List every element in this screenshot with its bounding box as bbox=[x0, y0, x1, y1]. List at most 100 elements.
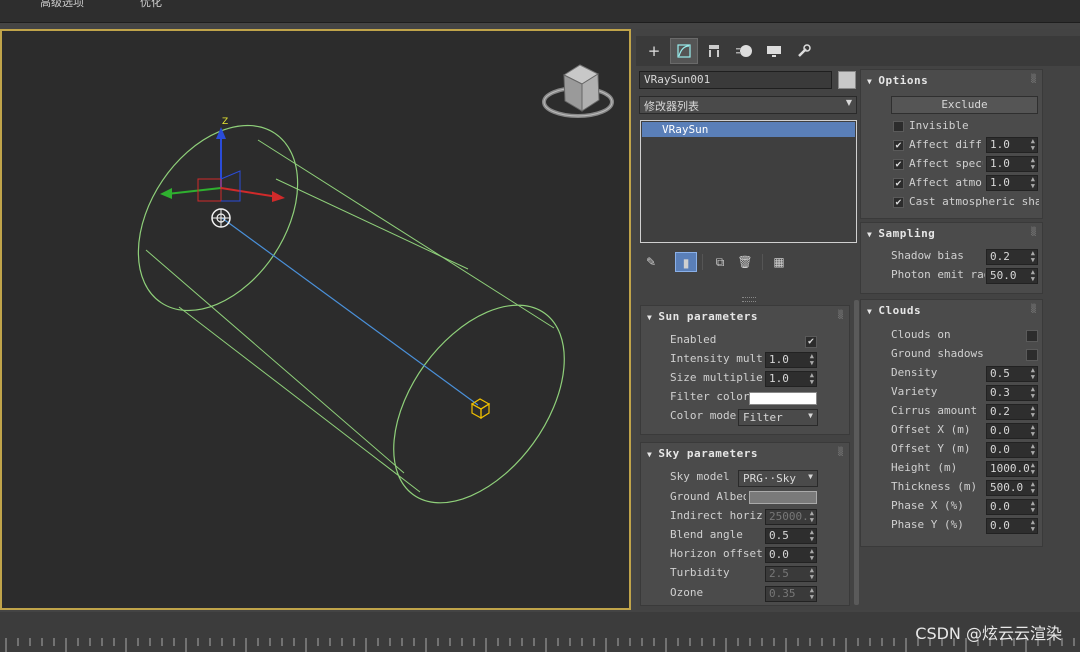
enabled-label: Enabled bbox=[670, 333, 717, 346]
intensity-multiplier-label: Intensity multip bbox=[670, 352, 762, 365]
horizon-offset-spinner[interactable]: 0.0 ▲ ▼ bbox=[765, 547, 817, 563]
color-mode-label: Color mode bbox=[670, 409, 737, 422]
panel-splitter[interactable] bbox=[742, 297, 756, 302]
ozone-label: Ozone bbox=[670, 586, 704, 599]
sky-model-dropdown[interactable]: PRG··Sky ▼ bbox=[738, 470, 818, 487]
affect-specular-checkbox[interactable]: ✔ bbox=[893, 159, 904, 170]
rollout-grip-icon: ▒ bbox=[838, 447, 843, 456]
modifier-stack: VRaySun bbox=[640, 120, 857, 243]
viewcube-icon[interactable] bbox=[542, 64, 614, 118]
density-spinner[interactable]: 0.5 ▲ ▼ bbox=[986, 366, 1038, 382]
enabled-checkbox[interactable]: ✔ bbox=[805, 336, 817, 348]
affect-specular-label: Affect specu bbox=[909, 157, 983, 170]
make-unique-icon[interactable]: ⧉ bbox=[710, 252, 730, 272]
gizmo-z-label: Z bbox=[222, 117, 228, 127]
sun-parameters-rollout: ▼ Sun parameters ▒ Enabled ✔ Intensity mu… bbox=[640, 305, 850, 435]
cast-atmospheric-label: Cast atmospheric shado bbox=[909, 195, 1039, 208]
create-icon[interactable]: + bbox=[640, 38, 668, 64]
shadow-bias-spinner[interactable]: 0.2 ▲ ▼ bbox=[986, 249, 1038, 265]
affect-diffuse-spinner[interactable]: 1.0 ▲ ▼ bbox=[986, 137, 1038, 153]
options-rollout: ▼ Options ▒ Exclude Invisible ✔ Affect di… bbox=[860, 69, 1043, 219]
size-multiplier-spinner[interactable]: 1.0 ▲ ▼ bbox=[765, 371, 817, 387]
height-label: Height (m) bbox=[891, 461, 958, 474]
perspective-viewport[interactable]: Z bbox=[0, 29, 631, 610]
sky-parameters-title: Sky parameters bbox=[658, 447, 759, 460]
turbidity-label: Turbidity bbox=[670, 566, 730, 579]
affect-diffuse-checkbox[interactable]: ✔ bbox=[893, 140, 904, 151]
clouds-on-label: Clouds on bbox=[891, 328, 951, 341]
cylinder-edge-mid bbox=[275, 178, 469, 270]
affect-atmospherics-label: Affect atmos bbox=[909, 176, 983, 189]
modifier-list-dropdown[interactable]: 修改器列表 ▼ bbox=[639, 96, 857, 114]
thickness-label: Thickness (m) bbox=[891, 480, 978, 493]
rollout-grip-icon: ▒ bbox=[1031, 74, 1036, 83]
clouds-rollout: ▼ Clouds ▒ Clouds on Ground shadows Densi… bbox=[860, 299, 1043, 547]
display-icon[interactable] bbox=[760, 38, 788, 64]
sky-parameters-header[interactable]: ▼ Sky parameters bbox=[647, 447, 758, 460]
indirect-horiz-spinner[interactable]: 25000. ▲ ▼ bbox=[765, 509, 817, 525]
variety-label: Variety bbox=[891, 385, 938, 398]
phase-y-spinner[interactable]: 0.0 ▲ ▼ bbox=[986, 518, 1038, 534]
shadow-bias-label: Shadow bias bbox=[891, 249, 964, 262]
command-panel-tabs: + bbox=[636, 36, 1080, 66]
sampling-title: Sampling bbox=[878, 227, 936, 240]
clouds-rollout-header[interactable]: ▼ Clouds bbox=[867, 304, 921, 317]
object-color-swatch[interactable] bbox=[838, 71, 856, 89]
motion-icon[interactable] bbox=[730, 38, 758, 64]
thickness-spinner[interactable]: 500.0 ▲ ▼ bbox=[986, 480, 1038, 496]
menu-bar: 高级选项 优化 bbox=[0, 0, 1080, 23]
affect-specular-spinner[interactable]: 1.0 ▲ ▼ bbox=[986, 156, 1038, 172]
object-name-field[interactable]: VRaySun001 bbox=[639, 71, 832, 89]
options-rollout-header[interactable]: ▼ Options bbox=[867, 74, 928, 87]
invisible-label: Invisible bbox=[909, 119, 969, 132]
filter-color-label: Filter color bbox=[670, 390, 750, 403]
variety-spinner[interactable]: 0.3 ▲ ▼ bbox=[986, 385, 1038, 401]
pin-stack-icon[interactable]: ✎ bbox=[641, 252, 661, 272]
affect-atmospherics-checkbox[interactable]: ✔ bbox=[893, 178, 904, 189]
color-mode-dropdown[interactable]: Filter ▼ bbox=[738, 409, 818, 426]
sun-light-icon[interactable] bbox=[211, 208, 231, 228]
phase-x-spinner[interactable]: 0.0 ▲ ▼ bbox=[986, 499, 1038, 515]
offset-y-label: Offset Y (m) bbox=[891, 442, 971, 455]
modifier-stack-item[interactable]: VRaySun bbox=[642, 122, 855, 137]
sampling-rollout-header[interactable]: ▼ Sampling bbox=[867, 227, 935, 240]
filter-color-swatch[interactable] bbox=[749, 392, 817, 405]
clouds-on-checkbox[interactable] bbox=[1026, 330, 1038, 342]
cirrus-amount-spinner[interactable]: 0.2 ▲ ▼ bbox=[986, 404, 1038, 420]
sky-model-label: Sky model bbox=[670, 470, 730, 483]
sun-parameters-title: Sun parameters bbox=[658, 310, 759, 323]
show-end-result-icon[interactable]: ▮ bbox=[675, 252, 697, 272]
hierarchy-icon[interactable] bbox=[700, 38, 728, 64]
sun-target-icon[interactable] bbox=[470, 398, 491, 420]
ground-albedo-swatch[interactable] bbox=[749, 491, 817, 504]
chevron-down-icon: ▼ bbox=[845, 98, 852, 107]
modify-icon[interactable] bbox=[670, 38, 698, 64]
phase-y-label: Phase Y (%) bbox=[891, 518, 964, 531]
turbidity-spinner[interactable]: 2.5 ▲ ▼ bbox=[765, 566, 817, 582]
menu-item-optimize[interactable]: 优化 bbox=[140, 0, 162, 10]
rollout-grip-icon: ▒ bbox=[1031, 304, 1036, 313]
photon-emit-spinner[interactable]: 50.0 ▲ ▼ bbox=[986, 268, 1038, 284]
chevron-down-icon: ▼ bbox=[808, 472, 813, 481]
phase-x-label: Phase X (%) bbox=[891, 499, 964, 512]
cast-atmospheric-checkbox[interactable]: ✔ bbox=[893, 197, 904, 208]
sun-target-line bbox=[221, 217, 479, 406]
offset-y-spinner[interactable]: 0.0 ▲ ▼ bbox=[986, 442, 1038, 458]
ground-shadows-checkbox[interactable] bbox=[1026, 349, 1038, 361]
height-spinner[interactable]: 1000.0 ▲ ▼ bbox=[986, 461, 1038, 477]
utilities-icon[interactable] bbox=[790, 38, 818, 64]
offset-x-spinner[interactable]: 0.0 ▲ ▼ bbox=[986, 423, 1038, 439]
panel-scrollbar[interactable] bbox=[854, 300, 859, 605]
ozone-spinner[interactable]: 0.35 ▲ ▼ bbox=[765, 586, 817, 602]
sun-parameters-header[interactable]: ▼ Sun parameters bbox=[647, 310, 758, 323]
intensity-multiplier-spinner[interactable]: 1.0 ▲ ▼ bbox=[765, 352, 817, 368]
menu-item-advanced[interactable]: 高级选项 bbox=[40, 0, 84, 10]
exclude-button[interactable]: Exclude bbox=[891, 96, 1038, 114]
remove-modifier-icon[interactable]: 🗑 bbox=[735, 252, 755, 272]
affect-atmospherics-spinner[interactable]: 1.0 ▲ ▼ bbox=[986, 175, 1038, 191]
configure-sets-icon[interactable]: ▦ bbox=[769, 252, 789, 272]
blend-angle-spinner[interactable]: 0.5 ▲ ▼ bbox=[765, 528, 817, 544]
density-label: Density bbox=[891, 366, 938, 379]
invisible-checkbox[interactable] bbox=[893, 121, 904, 132]
cirrus-amount-label: Cirrus amount bbox=[891, 404, 978, 417]
